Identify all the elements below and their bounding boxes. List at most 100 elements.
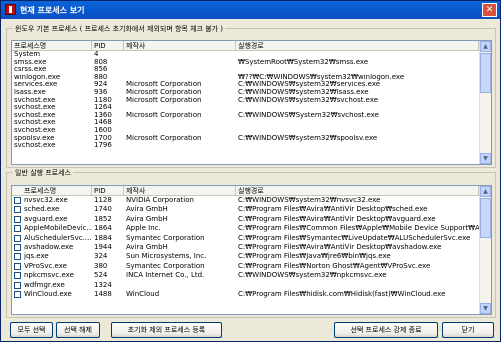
- table-row[interactable]: avguard.exe 1852 Avira GmbH C:₩Program File…: [12, 215, 479, 224]
- table-row[interactable]: WinCloud.exe 1488 WinCloud C:₩Program Files…: [12, 290, 479, 299]
- column-header-pid[interactable]: PID: [92, 186, 124, 196]
- table-row[interactable]: csrss.exe 856: [12, 66, 479, 74]
- window-title: 현재 프로세스 보기: [20, 6, 85, 15]
- scroll-down-icon[interactable]: ▼: [480, 153, 491, 164]
- vendor-cell: Avira GmbH: [126, 205, 168, 214]
- column-header-path[interactable]: 실행경로: [236, 41, 479, 51]
- vendor-cell: Sun Microsystems, Inc.: [126, 252, 207, 261]
- process-name-cell: lsass.exe: [14, 88, 46, 96]
- process-name-cell: avguard.exe: [24, 214, 68, 223]
- pid-cell: 1884: [94, 233, 112, 242]
- pid-cell: 1700: [94, 134, 112, 142]
- column-header-vendor[interactable]: 제작사: [124, 186, 236, 196]
- select-all-button[interactable]: 모두 선택: [10, 322, 53, 338]
- table-row[interactable]: sched.exe 1740 Avira GmbH C:₩Program Files₩…: [12, 205, 479, 214]
- table-row[interactable]: wdfmgr.exe 1324: [12, 281, 479, 290]
- column-header-path[interactable]: 실행경로: [236, 186, 479, 196]
- vendor-cell: Microsoft Corporation: [126, 134, 202, 142]
- table-row[interactable]: smss.exe 808 ₩SystemRoot₩System32₩smss.exe: [12, 59, 479, 67]
- pid-cell: 4: [94, 51, 99, 58]
- table-row[interactable]: svchost.exe 1180 Microsoft Corporation C:₩W…: [12, 97, 479, 105]
- user-process-scrollbar[interactable]: ▲ ▼: [479, 186, 491, 314]
- path-cell: C:₩WINDOWS₩system32₩svchost.exe: [238, 96, 379, 104]
- path-cell: C:₩WINDOWS₩System32₩svchost.exe: [238, 111, 379, 119]
- user-process-list[interactable]: 프로세스명 PID 제작사 실행경로 nvsvc32.exe 1128 NVIDIA…: [11, 185, 492, 315]
- table-row[interactable]: winlogon.exe 880 ₩??₩C:₩WINDOWS₩system32₩w…: [12, 74, 479, 82]
- pid-cell: 324: [94, 252, 108, 261]
- column-header-vendor[interactable]: 제작사: [124, 41, 236, 51]
- process-name-cell: spoolsv.exe: [14, 134, 55, 142]
- table-row[interactable]: avshadow.exe 1944 Avira GmbH C:₩Program Fil…: [12, 243, 479, 252]
- system-process-group: 윈도우 기본 프로세스 ( 프로세스 초기화에서 제외되며 항목 체크 불가 )…: [6, 24, 496, 168]
- table-row[interactable]: services.exe 924 Microsoft Corporation C:₩W…: [12, 81, 479, 89]
- process-name-cell: nvsvc32.exe: [24, 196, 68, 204]
- table-row[interactable]: npkcmsvc.exe 524 INCA Internet Co., Ltd. C:…: [12, 271, 479, 280]
- table-row[interactable]: nvsvc32.exe 1128 NVIDIA Corporation C:₩WIND…: [12, 196, 479, 205]
- process-name-cell: AppleMobileDevic...: [24, 224, 92, 233]
- table-row[interactable]: svchost.exe 1600: [12, 127, 479, 135]
- path-cell: C:₩Program Files₩Common Files₩Apple₩Mobi…: [238, 224, 479, 233]
- pid-cell: 856: [94, 66, 108, 74]
- column-header-pid[interactable]: PID: [92, 41, 124, 51]
- path-cell: C:₩Program Files₩Avira₩AntiVir Desktop₩a…: [238, 242, 442, 251]
- vendor-cell: NVIDIA Corporation: [126, 196, 194, 204]
- table-row[interactable]: AppleMobileDevic... 1864 Apple Inc. C:₩Prog…: [12, 224, 479, 233]
- scroll-up-icon[interactable]: ▲: [480, 186, 491, 197]
- column-header-name[interactable]: 프로세스명: [12, 41, 92, 51]
- pid-cell: 924: [94, 81, 108, 89]
- table-row[interactable]: VProSvc.exe 380 Symantec Corporation C:₩Pro…: [12, 262, 479, 271]
- table-row[interactable]: AluSchedulerSvc.... 1884 Symantec Corporat…: [12, 234, 479, 243]
- vendor-cell: Symantec Corporation: [126, 261, 205, 270]
- scroll-up-icon[interactable]: ▲: [480, 41, 491, 52]
- process-name-cell: csrss.exe: [14, 66, 47, 74]
- process-name-cell: jqs.exe: [24, 252, 49, 261]
- pid-cell: 1488: [94, 289, 112, 298]
- vendor-cell: Microsoft Corporation: [126, 96, 202, 104]
- vendor-cell: Microsoft Corporation: [126, 81, 202, 89]
- table-row[interactable]: spoolsv.exe 1700 Microsoft Corporation C:₩W…: [12, 135, 479, 143]
- system-process-list[interactable]: 프로세스명 PID 제작사 실행경로 System 4 smss.exe 808 ₩Sy…: [11, 40, 492, 165]
- path-cell: C:₩WINDOWS₩system32₩lsass.exe: [238, 88, 369, 96]
- table-row[interactable]: svchost.exe 1796: [12, 142, 479, 150]
- scroll-down-icon[interactable]: ▼: [480, 303, 491, 314]
- vendor-cell: Apple Inc.: [126, 224, 161, 233]
- vendor-cell: WinCloud: [126, 289, 160, 298]
- path-cell: ₩??₩C:₩WINDOWS₩system32₩winlogon.exe: [238, 73, 405, 81]
- process-name-cell: winlogon.exe: [14, 73, 61, 81]
- scroll-thumb[interactable]: [480, 198, 491, 238]
- close-button[interactable]: 닫기: [442, 322, 494, 338]
- process-name-cell: avshadow.exe: [24, 242, 74, 251]
- process-name-cell: wdfmgr.exe: [24, 280, 65, 289]
- register-exclusion-button[interactable]: 초기화 제외 프로세스 등록: [111, 322, 222, 338]
- table-row[interactable]: lsass.exe 936 Microsoft Corporation C:₩WIND…: [12, 89, 479, 97]
- vendor-cell: Avira GmbH: [126, 242, 168, 251]
- pid-cell: 1600: [94, 126, 112, 134]
- path-cell: C:₩WINDOWS₩system32₩nvsvc32.exe: [238, 196, 381, 204]
- close-window-button[interactable]: ✕: [482, 3, 497, 17]
- table-row[interactable]: jqs.exe 324 Sun Microsystems, Inc. C:₩Progr…: [12, 252, 479, 261]
- pid-cell: 1944: [94, 242, 112, 251]
- user-process-legend: 일반 실행 프로세스: [13, 168, 73, 178]
- vendor-cell: Microsoft Corporation: [126, 88, 202, 96]
- path-cell: C:₩WINDOWS₩system32₩spoolsv.exe: [238, 134, 378, 142]
- system-process-scrollbar[interactable]: ▲ ▼: [479, 41, 491, 164]
- pid-cell: 1360: [94, 111, 112, 119]
- vendor-cell: Microsoft Corporation: [126, 111, 202, 119]
- path-cell: C:₩WINDOWS₩system32₩services.exe: [238, 81, 381, 89]
- kill-process-button[interactable]: 선택 프로세스 강제 종료: [334, 322, 438, 338]
- process-name-cell: npkcmsvc.exe: [24, 271, 74, 280]
- system-process-rows: System 4 smss.exe 808 ₩SystemRoot₩System32₩s…: [12, 51, 479, 150]
- vendor-cell: INCA Internet Co., Ltd.: [126, 271, 205, 280]
- scroll-thumb[interactable]: [480, 53, 491, 93]
- column-header-name[interactable]: 프로세스명: [12, 186, 92, 196]
- pid-cell: 1740: [94, 205, 112, 214]
- table-row[interactable]: System 4: [12, 51, 479, 59]
- title-bar[interactable]: 현재 프로세스 보기 ✕: [1, 1, 500, 19]
- deselect-button[interactable]: 선택 해제: [56, 322, 100, 338]
- process-name-cell: System: [14, 51, 41, 58]
- path-cell: C:₩Program Files₩hidisk.com₩Hidisk(fast)…: [238, 289, 446, 298]
- path-cell: C:₩Program Files₩Avira₩AntiVir Desktop₩a…: [238, 214, 436, 223]
- table-row[interactable]: svchost.exe 1360 Microsoft Corporation C:₩W…: [12, 112, 479, 120]
- table-row[interactable]: svchost.exe 1468: [12, 119, 479, 127]
- table-row[interactable]: svchost.exe 1264: [12, 104, 479, 112]
